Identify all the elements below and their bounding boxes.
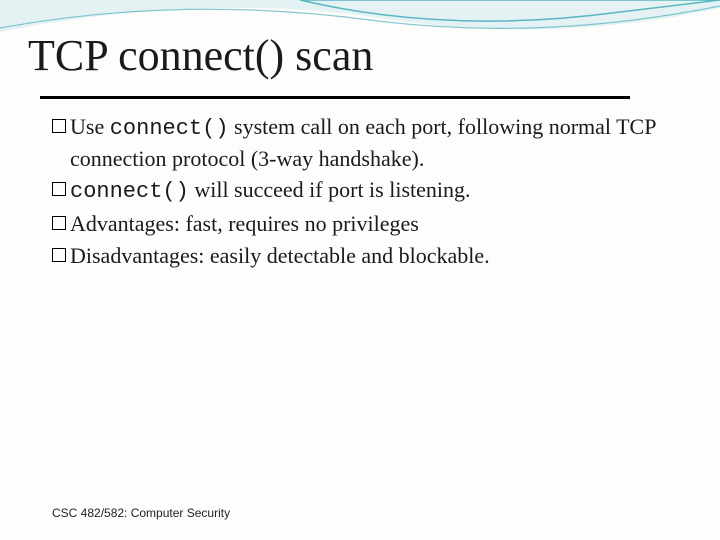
slide-title: TCP connect() scan [28,30,373,81]
bullet-item: Disadvantages: easily detectable and blo… [52,241,660,271]
bullet-text: connect() will succeed if port is listen… [70,175,660,207]
bullet-box-icon [52,119,66,133]
bullet-text: Advantages: fast, requires no privileges [70,209,660,239]
slide-footer: CSC 482/582: Computer Security [52,506,230,520]
bullet-box-icon [52,216,66,230]
bullet-item: Advantages: fast, requires no privileges [52,209,660,239]
bullet-item: connect() will succeed if port is listen… [52,175,660,207]
bullet-box-icon [52,248,66,262]
bullet-box-icon [52,182,66,196]
slide-content: Use connect() system call on each port, … [52,112,660,272]
title-underline [40,96,630,99]
bullet-item: Use connect() system call on each port, … [52,112,660,173]
bullet-text: Disadvantages: easily detectable and blo… [70,241,660,271]
bullet-text: Use connect() system call on each port, … [70,112,660,173]
